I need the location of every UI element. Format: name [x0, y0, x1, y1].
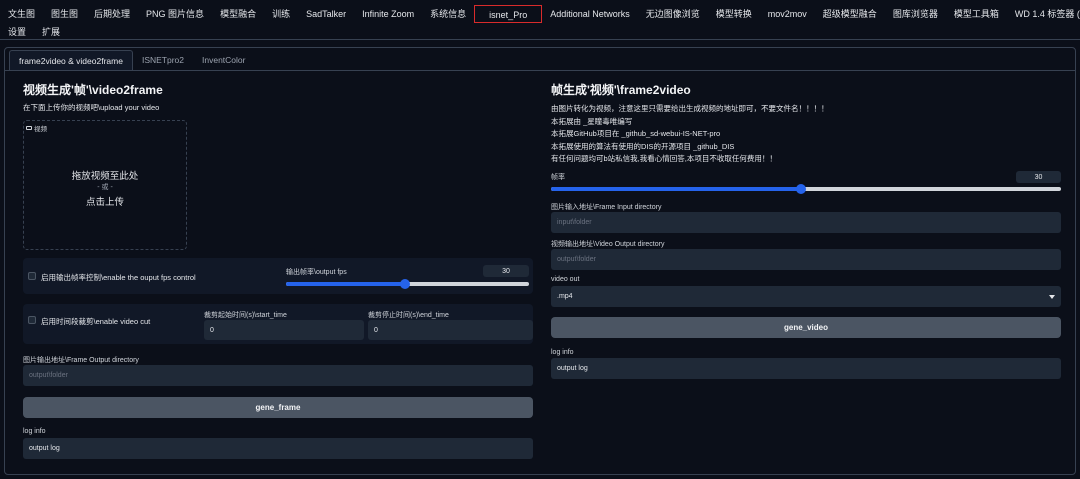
upload-tag: 视频	[26, 123, 47, 133]
left-subtitle: 在下面上传你的视频吧\upload your video	[23, 103, 160, 112]
video-upload-dropzone[interactable]: 视频 拖放视频至此处 - 或 - 点击上传	[23, 120, 187, 250]
sub-tabs: frame2video & video2frame ISNETpro2 Inve…	[9, 50, 254, 70]
left-title: 视频生成'帧'\video2frame	[23, 83, 163, 97]
tab-r1-8[interactable]: 系统信息	[422, 5, 474, 23]
output-fps-slider-fill	[286, 282, 406, 286]
tab-r1-17[interactable]: WD 1.4 标签器 (Tagger)	[1007, 5, 1080, 23]
right-title: 帧生成'视频'\frame2video	[551, 83, 691, 97]
video-output-dir-input[interactable]: output\folder	[551, 249, 1061, 270]
end-time-input[interactable]: 0	[368, 320, 533, 340]
tab-r1-13[interactable]: mov2mov	[760, 5, 815, 23]
desc-line-5: 有任何问题均可b站私信我,我看心情回答,本项目不收取任何费用！！	[551, 154, 777, 163]
tab-r1-3[interactable]: PNG 图片信息	[138, 5, 212, 23]
upload-drop-text: 拖放视频至此处	[71, 171, 139, 182]
tab-r1-4[interactable]: 模型融合	[212, 5, 264, 23]
frame-input-dir-input[interactable]: input\folder	[551, 212, 1061, 233]
left-log-label: log info	[23, 428, 46, 435]
tab-r1-7[interactable]: Infinite Zoom	[354, 5, 422, 23]
output-fps-slider-thumb[interactable]	[400, 279, 411, 289]
output-fps-number[interactable]: 30	[483, 265, 529, 277]
cut-enable-label: 启用时间段裁剪\enable video cut	[41, 317, 151, 326]
upload-click-text: 点击上传	[85, 197, 124, 208]
top-navigation: 文生图 图生图 后期处理 PNG 图片信息 模型融合 训练 SadTalker Infinit…	[0, 2, 1080, 38]
tab-r1-6[interactable]: SadTalker	[298, 5, 354, 23]
subtab-divider	[5, 70, 1075, 71]
output-fps-label: 输出帧率\output fps	[286, 269, 347, 276]
desc-line-4: 本拓展使用的算法有使用的DIS的开源项目 _github_DIS	[551, 141, 735, 151]
left-log-output: output log	[23, 438, 533, 459]
cut-enable-checkbox[interactable]	[28, 316, 36, 324]
fps-enable-label: 启用输出帧率控制\enable the ouput fps control	[41, 273, 196, 282]
tab-r1-1[interactable]: 图生图	[43, 5, 86, 23]
frame-input-dir-label: 图片输入地址\Frame Input directory	[551, 204, 662, 211]
chevron-down-icon	[1049, 294, 1055, 299]
top-tabs-row-1: 文生图 图生图 后期处理 PNG 图片信息 模型融合 训练 SadTalker Infinit…	[0, 4, 1080, 24]
upload-tag-label: 视频	[34, 126, 47, 133]
video-out-value: .mp4	[557, 293, 573, 300]
right-description: 由图片转化为视频，注意这里只需要给出生成视频的地址即可，不要文件名！！！！ 本拓…	[551, 103, 829, 166]
video-output-dir-label: 视频输出地址\Video Output directory	[551, 241, 665, 248]
frame-output-dir-input[interactable]: output\folder	[23, 365, 533, 386]
right-log-label: log info	[551, 349, 574, 356]
fps-enable-checkbox[interactable]	[28, 272, 36, 280]
video-icon	[26, 126, 32, 130]
tab-r1-2[interactable]: 后期处理	[86, 5, 138, 23]
tab-r1-16[interactable]: 模型工具箱	[946, 5, 1007, 23]
right-fps-label: 帧率	[551, 174, 565, 181]
main-panel: frame2video & video2frame ISNETpro2 Inve…	[4, 47, 1076, 475]
right-fps-slider-fill	[551, 187, 801, 191]
desc-line-2: 本拓展由 _星瞳毒唯编写	[551, 116, 633, 126]
gene-video-button[interactable]: gene_video	[551, 317, 1061, 338]
tab-r1-12[interactable]: 模型转换	[708, 5, 760, 23]
end-time-label: 裁剪停止时间(s)\end_time	[368, 312, 449, 319]
desc-line-1: 由图片转化为视频，注意这里只需要给出生成视频的地址即可，不要文件名！！！！	[551, 104, 829, 113]
tab-r1-10[interactable]: Additional Networks	[542, 5, 638, 23]
tab-r1-0[interactable]: 文生图	[0, 5, 43, 23]
right-log-output: output log	[551, 358, 1061, 379]
subtab-inventcolor[interactable]: InventColor	[193, 50, 254, 70]
tab-r1-11[interactable]: 无边图像浏览	[638, 5, 708, 23]
right-fps-slider-thumb[interactable]	[795, 184, 806, 194]
desc-line-3: 本拓展GitHub项目在 _github_sd-webui-IS-NET-pro	[551, 129, 721, 138]
video-out-select[interactable]: .mp4	[551, 286, 1061, 307]
start-time-input[interactable]: 0	[204, 320, 364, 340]
subtab-isnetpro2[interactable]: ISNETpro2	[133, 50, 193, 70]
tab-r1-14[interactable]: 超级模型融合	[815, 5, 885, 23]
frame-output-dir-label: 图片输出地址\Frame Output directory	[23, 357, 139, 364]
top-divider	[0, 39, 1080, 40]
right-fps-number[interactable]: 30	[1016, 171, 1061, 183]
start-time-label: 裁剪起始时间(s)\start_time	[204, 312, 287, 319]
right-fps-slider[interactable]	[551, 184, 1061, 194]
subtab-frame2video[interactable]: frame2video & video2frame	[9, 50, 133, 70]
video-out-label: video out	[551, 276, 580, 283]
upload-or-text: - 或 -	[97, 184, 113, 191]
output-fps-slider[interactable]	[286, 279, 529, 289]
tab-r1-5[interactable]: 训练	[264, 5, 298, 23]
tab-r1-9[interactable]: isnet_Pro	[474, 5, 543, 23]
gene-frame-button[interactable]: gene_frame	[23, 397, 533, 418]
tab-r1-15[interactable]: 图库浏览器	[885, 5, 946, 23]
